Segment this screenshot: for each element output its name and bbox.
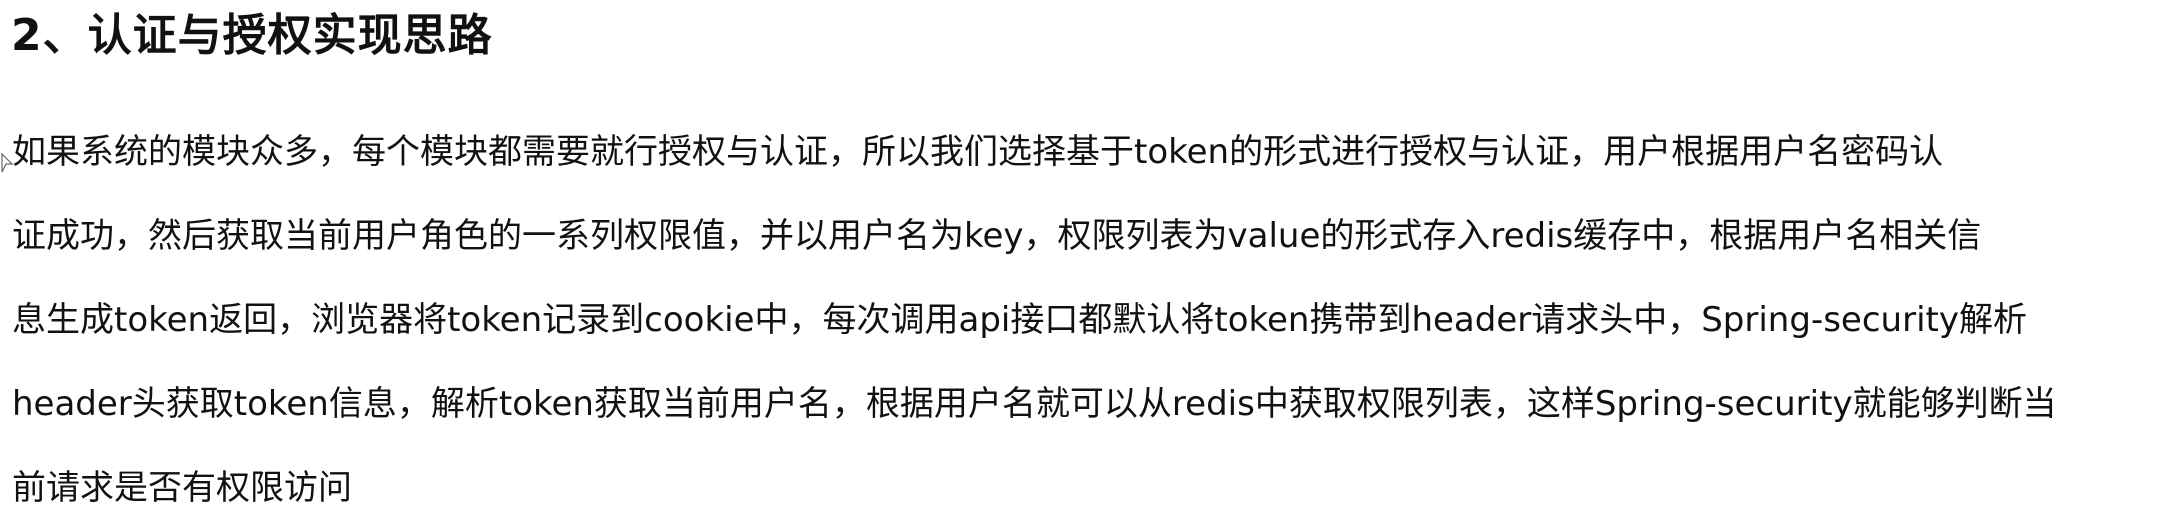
section-heading: 2、认证与授权实现思路	[11, 10, 493, 61]
paragraph-line: 如果系统的模块众多，每个模块都需要就行授权与认证，所以我们选择基于token的形…	[12, 132, 1944, 172]
paragraph-line: 证成功，然后获取当前用户角色的一系列权限值，并以用户名为key，权限列表为val…	[12, 216, 1982, 256]
body-paragraph: 如果系统的模块众多，每个模块都需要就行授权与认证，所以我们选择基于token的形…	[12, 110, 2152, 530]
paragraph-line: header头获取token信息，解析token获取当前用户名，根据用户名就可以…	[12, 384, 2057, 424]
paragraph-line: 息生成token返回，浏览器将token记录到cookie中，每次调用api接口…	[12, 300, 2027, 340]
paragraph-line: 前请求是否有权限访问	[12, 468, 352, 508]
document-page: 2、认证与授权实现思路 如果系统的模块众多，每个模块都需要就行授权与认证，所以我…	[0, 0, 2158, 508]
